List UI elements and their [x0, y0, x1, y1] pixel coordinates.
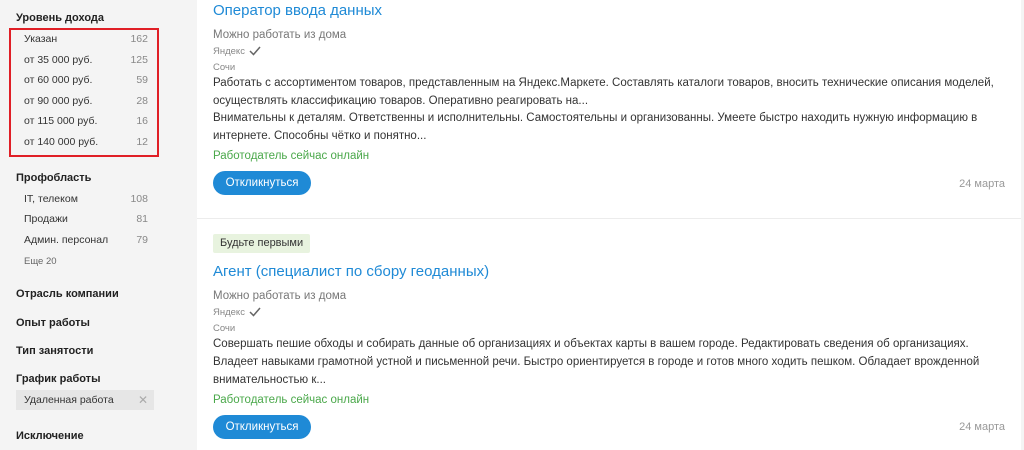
- schedule-remote-chip[interactable]: Удаленная работа ✕: [16, 390, 154, 410]
- close-icon[interactable]: ✕: [138, 390, 148, 410]
- chip-label: Удаленная работа: [24, 394, 114, 406]
- profarea-item-it[interactable]: IT, телеком 108: [24, 189, 148, 209]
- filter-item-count: 79: [136, 234, 148, 246]
- vacancy-requirements: Внимательны к деталям. Ответственны и ис…: [213, 112, 978, 142]
- employer-online-status: Работодатель сейчас онлайн: [213, 150, 370, 162]
- company-name[interactable]: Яндекс: [213, 46, 261, 57]
- company-name-label: Яндекс: [213, 307, 245, 318]
- income-filter-title: Уровень дохода: [16, 12, 105, 24]
- filter-item-count: 81: [136, 213, 148, 225]
- schedule-filter-title: График работы: [16, 373, 101, 385]
- verified-check-icon: [249, 46, 261, 57]
- filter-item-label: IT, телеком: [24, 193, 78, 205]
- vacancy-responsibilities: Работать с ассортиментом товаров, предст…: [213, 77, 994, 107]
- profarea-filter-title: Профобласть: [16, 172, 92, 184]
- respond-button[interactable]: Откликнуться: [213, 171, 311, 195]
- vacancy-title-link[interactable]: Оператор ввода данных: [213, 2, 382, 19]
- verified-check-icon: [249, 307, 261, 318]
- filters-sidebar: Уровень дохода Указан 162 от 35 000 руб.…: [0, 0, 172, 450]
- profarea-more-link[interactable]: Еще 20: [24, 256, 57, 267]
- remote-work-label: Можно работать из дома: [213, 29, 347, 41]
- filter-item-label: Админ. персонал: [24, 234, 109, 246]
- vacancy-city: Сочи: [213, 62, 236, 73]
- vacancy-date: 24 марта: [959, 178, 1005, 190]
- respond-button[interactable]: Откликнуться: [213, 415, 311, 439]
- filter-item-count: 108: [130, 193, 148, 205]
- company-name[interactable]: Яндекс: [213, 307, 261, 318]
- remote-work-label: Можно работать из дома: [213, 290, 347, 302]
- filter-item-label: Продажи: [24, 213, 68, 225]
- company-name-label: Яндекс: [213, 46, 245, 57]
- vacancy-divider: [197, 218, 1021, 219]
- profarea-item-admin[interactable]: Админ. персонал 79: [24, 230, 148, 250]
- employment-filter-title[interactable]: Тип занятости: [16, 345, 93, 357]
- vacancy-title-link[interactable]: Агент (специалист по сбору геоданных): [213, 263, 489, 280]
- industry-filter-title[interactable]: Отрасль компании: [16, 288, 119, 300]
- profarea-item-sales[interactable]: Продажи 81: [24, 209, 148, 229]
- vacancy-results: Оператор ввода данных Можно работать из …: [197, 0, 1021, 450]
- vacancy-city: Сочи: [213, 323, 236, 334]
- vacancy-responsibilities: Совершать пешие обходы и собирать данные…: [213, 338, 969, 350]
- exclusion-filter-title[interactable]: Исключение: [16, 430, 84, 442]
- income-highlight-box: [9, 28, 159, 157]
- vacancy-date: 24 марта: [959, 421, 1005, 433]
- vacancy-requirements: Владеет навыками грамотной устной и пись…: [213, 356, 980, 386]
- experience-filter-title[interactable]: Опыт работы: [16, 317, 90, 329]
- be-first-badge: Будьте первыми: [213, 234, 311, 253]
- employer-online-status: Работодатель сейчас онлайн: [213, 394, 370, 406]
